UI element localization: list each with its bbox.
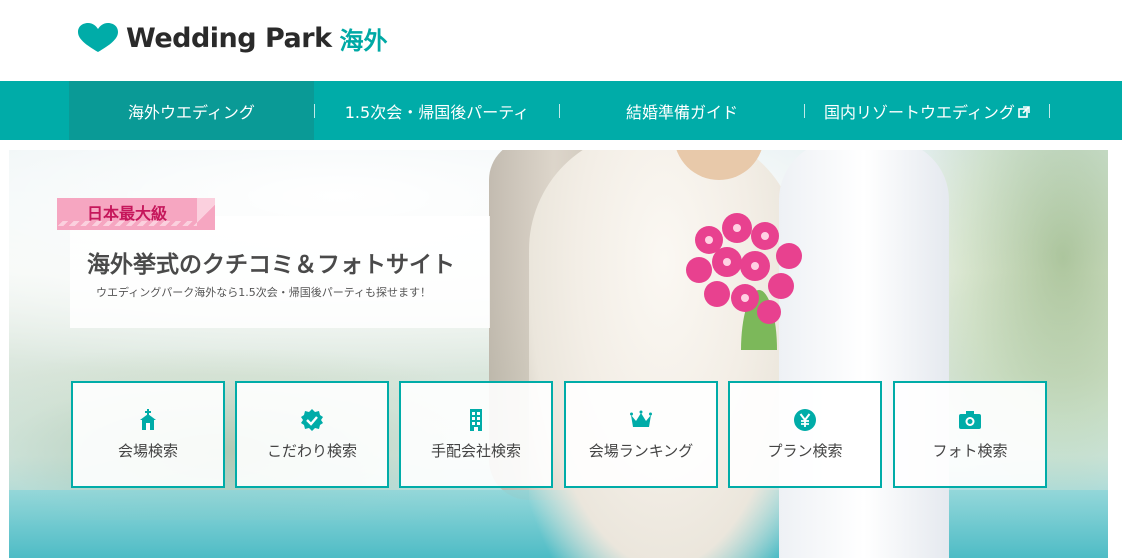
- nav-label: 1.5次会・帰国後パーティ: [344, 102, 530, 122]
- nav-label: 国内リゾートウエディング: [824, 102, 1015, 122]
- site-logo[interactable]: Wedding Park 海外: [78, 20, 388, 56]
- check-badge-icon: [301, 409, 323, 431]
- chapel-icon: [140, 409, 156, 430]
- button-label: 会場検索: [117, 442, 178, 460]
- hero-title: 海外挙式のクチコミ＆フォトサイト: [87, 252, 455, 278]
- nav-party[interactable]: 1.5次会・帰国後パーティ: [315, 81, 559, 140]
- button-label: プラン検索: [767, 442, 843, 460]
- venue-search-button[interactable]: 会場検索: [71, 381, 225, 488]
- site-header: Wedding Park 海外: [0, 0, 1122, 81]
- crown-icon: [630, 410, 652, 427]
- ribbon-badge: 日本最大級: [57, 198, 215, 230]
- nav-overseas-wedding[interactable]: 海外ウエディング: [69, 81, 314, 140]
- photo-search-button[interactable]: フォト検索: [893, 381, 1047, 488]
- button-label: こだわり検索: [266, 442, 357, 460]
- bouquet: [686, 213, 802, 350]
- button-label: 会場ランキング: [588, 442, 694, 460]
- nav-label: 結婚準備ガイド: [625, 102, 738, 122]
- logo-text: Wedding Park: [126, 22, 332, 54]
- building-icon: [470, 409, 482, 431]
- nav-guide[interactable]: 結婚準備ガイド: [560, 81, 804, 140]
- agency-search-button[interactable]: 手配会社検索: [399, 381, 553, 488]
- global-nav: 海外ウエディング 1.5次会・帰国後パーティ 結婚準備ガイド 国内リゾートウエデ…: [0, 81, 1122, 140]
- heart-logo-icon: [78, 23, 118, 52]
- button-label: フォト検索: [932, 442, 1008, 460]
- yen-icon: [794, 409, 816, 431]
- preference-search-button[interactable]: こだわり検索: [235, 381, 389, 488]
- camera-icon: [959, 411, 981, 429]
- button-label: 手配会社検索: [430, 442, 521, 460]
- nav-divider: [1049, 103, 1050, 118]
- nav-label: 海外ウエディング: [128, 102, 255, 122]
- venue-ranking-button[interactable]: 会場ランキング: [564, 381, 718, 488]
- nav-domestic-resort[interactable]: 国内リゾートウエディング: [805, 81, 1049, 140]
- plan-search-button[interactable]: プラン検索: [728, 381, 882, 488]
- external-link-icon: [1018, 105, 1030, 118]
- hero-subtitle: ウエディングパーク海外なら1.5次会・帰国後パーティも探せます！: [96, 286, 432, 299]
- search-menu: 会場検索 こだわり検索 手配会社検索 会場ランキング プラン検索 フォト検索: [71, 381, 1047, 488]
- logo-subtext: 海外: [339, 26, 388, 55]
